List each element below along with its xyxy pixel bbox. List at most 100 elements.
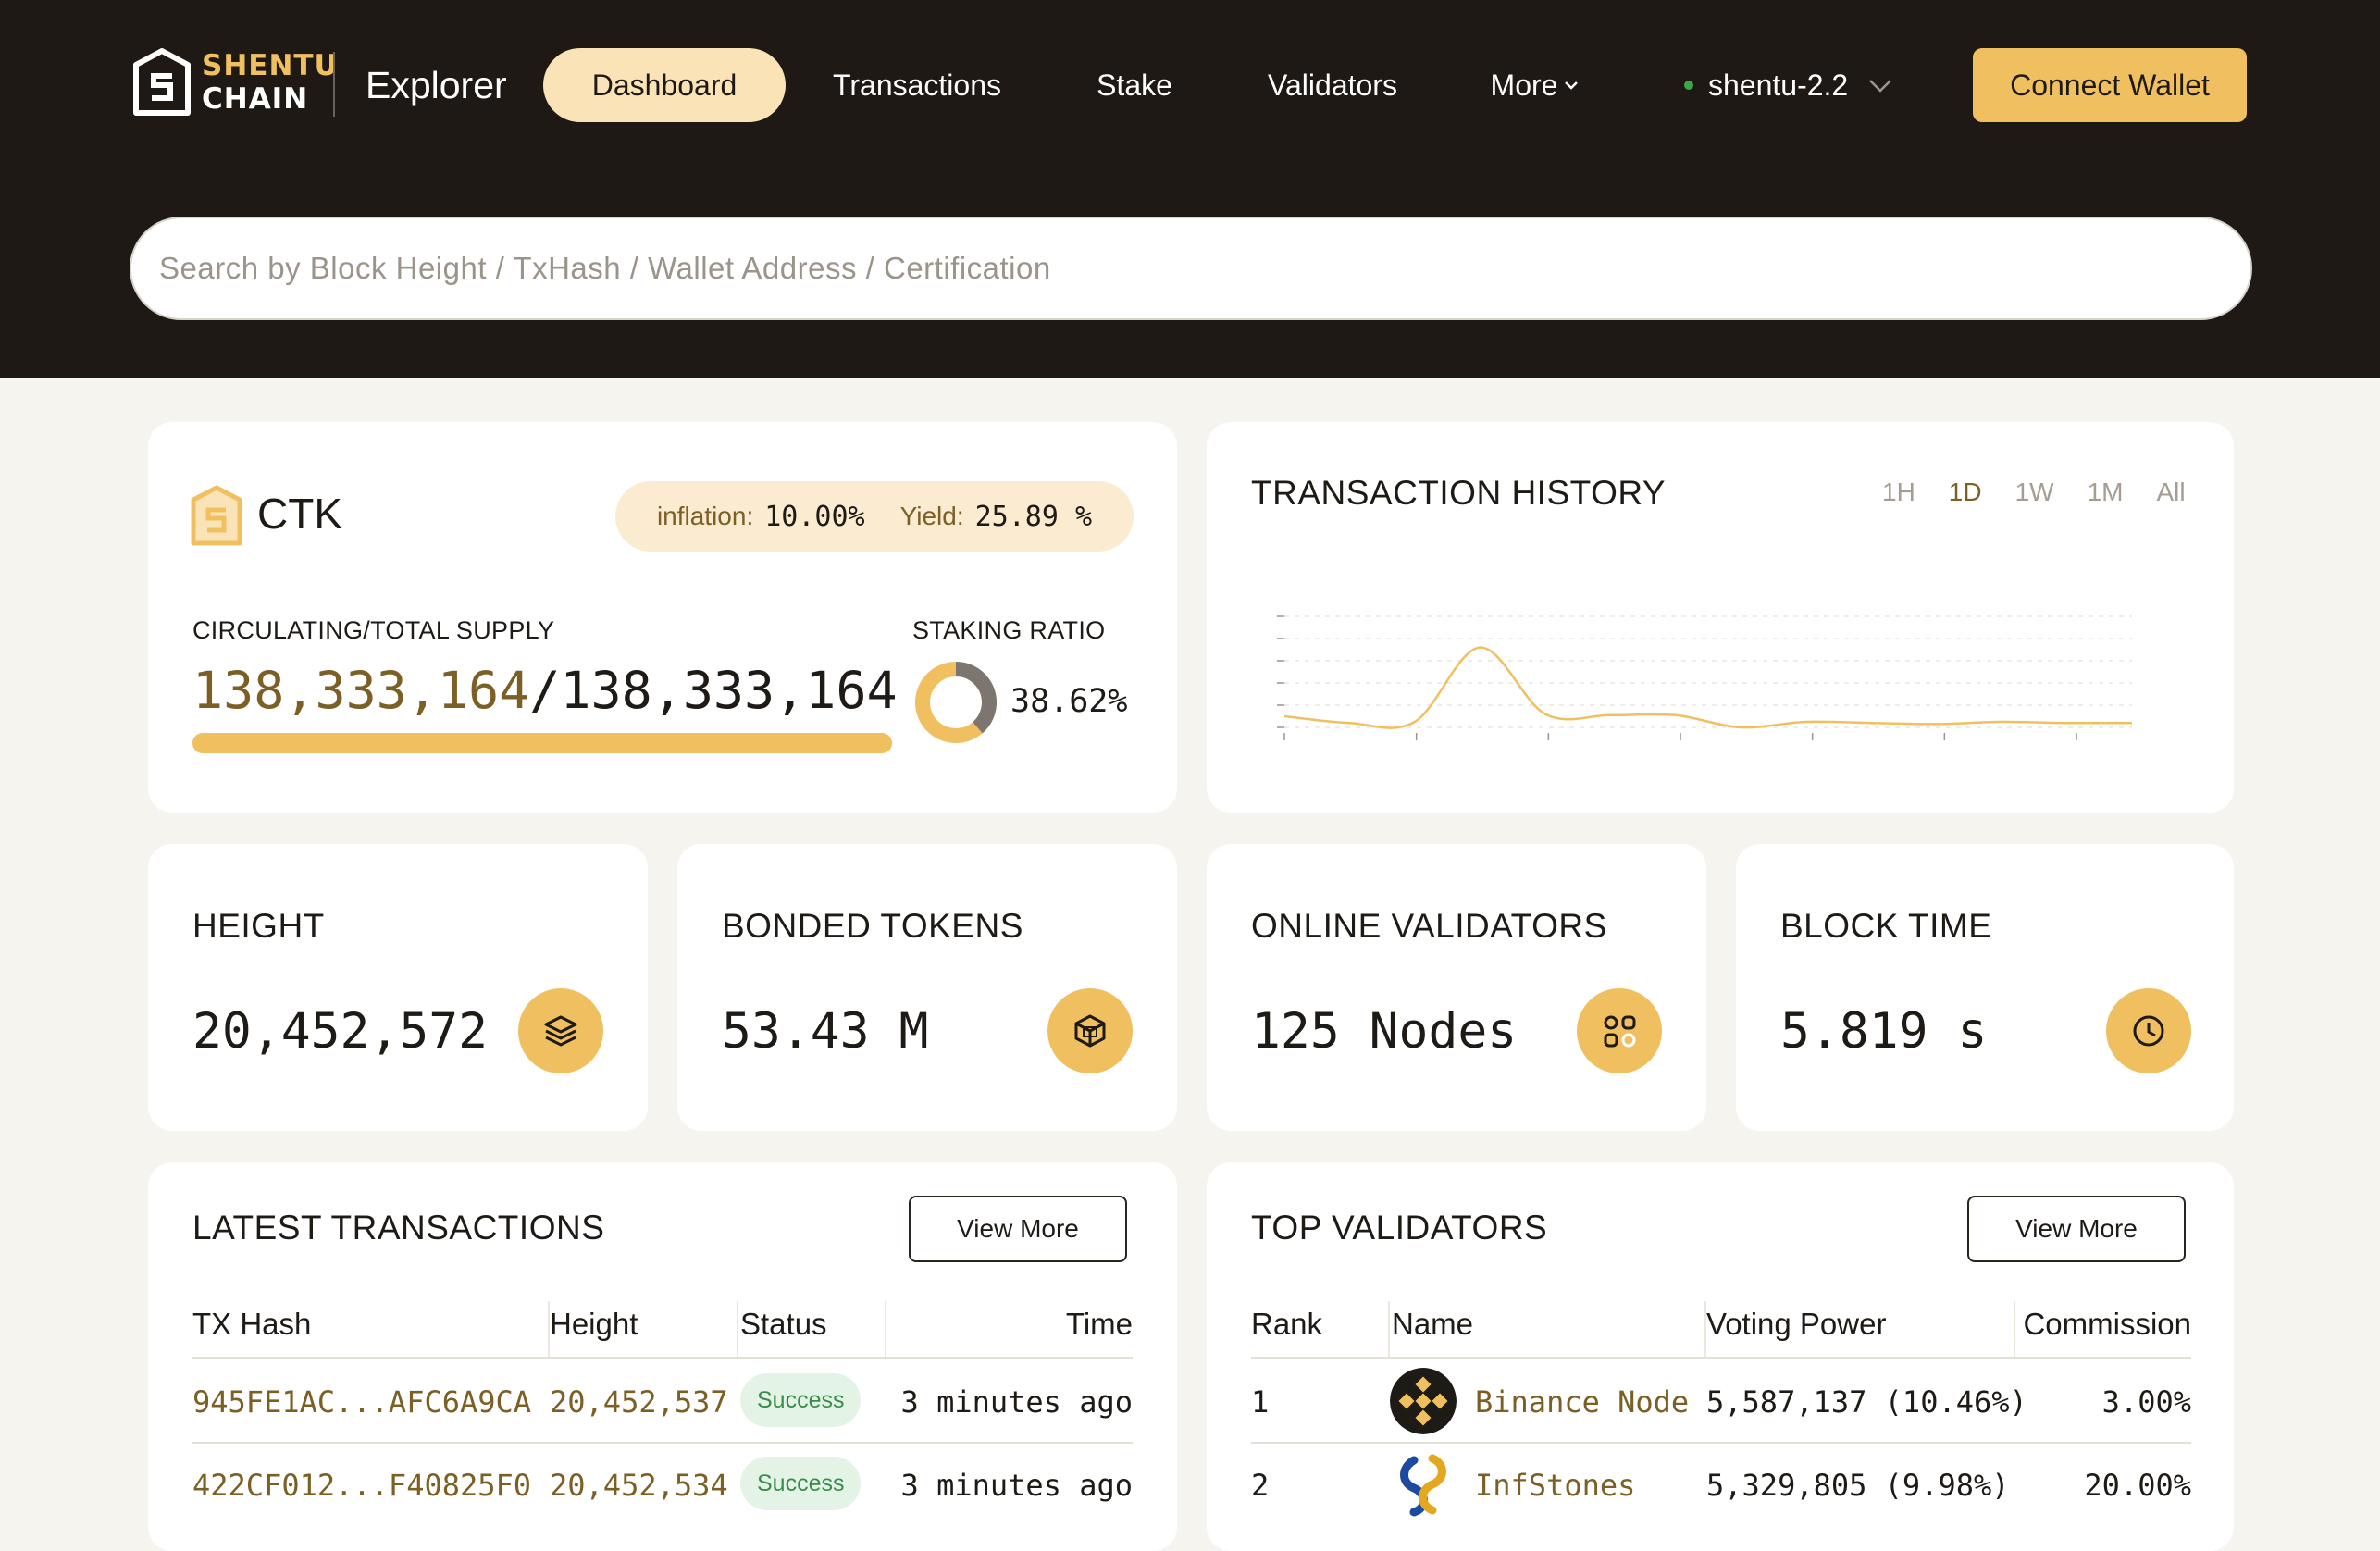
validator-name-link[interactable]: Binance Node bbox=[1475, 1384, 1689, 1420]
nav-validators[interactable]: Validators bbox=[1240, 48, 1425, 122]
height-value: 20,452,572 bbox=[192, 1003, 489, 1060]
search-input[interactable] bbox=[159, 251, 2250, 286]
logo-divider bbox=[333, 52, 335, 117]
tx-hash-link[interactable]: 945FE1AC...AFC6A9CA bbox=[192, 1384, 531, 1420]
col-rank: Rank bbox=[1251, 1307, 1323, 1341]
online-validators-value: 125 Nodes bbox=[1251, 1003, 1518, 1060]
range-1w[interactable]: 1W bbox=[2015, 478, 2054, 507]
latest-transactions-card: LATEST TRANSACTIONS View More TX Hash He… bbox=[148, 1162, 1177, 1551]
range-selector: 1H 1D 1W 1M All bbox=[1882, 478, 2186, 507]
block-time-value: 5.819 s bbox=[1780, 1003, 1988, 1060]
circulating-supply: 138,333,164 bbox=[192, 661, 530, 720]
latest-transactions-title: LATEST TRANSACTIONS bbox=[192, 1209, 605, 1247]
layers-icon bbox=[518, 988, 603, 1073]
col-time: Time bbox=[1065, 1307, 1133, 1341]
validator-name-link[interactable]: InfStones bbox=[1475, 1468, 1635, 1503]
range-1d[interactable]: 1D bbox=[1949, 478, 1982, 507]
validator-commission: 3.00% bbox=[2101, 1384, 2191, 1420]
height-card: HEIGHT 20,452,572 bbox=[148, 844, 648, 1131]
range-1m[interactable]: 1M bbox=[2088, 478, 2124, 507]
col-tx-hash: TX Hash bbox=[192, 1307, 312, 1341]
staking-ratio-value: 38.62% bbox=[1010, 683, 1128, 720]
online-validators-label: ONLINE VALIDATORS bbox=[1251, 907, 1607, 945]
nav-transactions[interactable]: Transactions bbox=[811, 48, 1023, 122]
infstones-icon bbox=[1400, 1454, 1446, 1517]
token-card: CTK inflation: 10.00% Yield: 25.89 % CIR… bbox=[148, 422, 1177, 813]
staking-ratio-donut bbox=[915, 662, 997, 743]
bonded-tokens-label: BONDED TOKENS bbox=[722, 907, 1023, 945]
ctk-token-icon bbox=[191, 485, 242, 546]
validator-rank: 2 bbox=[1251, 1468, 1270, 1503]
yield-value: 25.89 % bbox=[974, 500, 1093, 533]
top-header: SHENTU CHAIN Explorer Dashboard Transact… bbox=[0, 0, 2380, 378]
nav-dashboard[interactable]: Dashboard bbox=[543, 48, 786, 122]
logo-wordmark: SHENTU CHAIN bbox=[202, 49, 339, 116]
row-divider bbox=[192, 1442, 1133, 1444]
logo-line1: SHENTU bbox=[202, 49, 339, 82]
search-bar[interactable] bbox=[130, 217, 2252, 320]
tx-time: 3 minutes ago bbox=[900, 1468, 1133, 1503]
shentu-logo[interactable]: SHENTU CHAIN bbox=[133, 48, 339, 117]
column-divider bbox=[1388, 1301, 1390, 1357]
yield-label: Yield: bbox=[899, 502, 964, 530]
supply-label: CIRCULATING/TOTAL SUPPLY bbox=[192, 616, 555, 644]
validator-commission: 20.00% bbox=[2084, 1468, 2191, 1503]
online-validators-card: ONLINE VALIDATORS 125 Nodes bbox=[1207, 844, 1706, 1131]
chevron-down-icon bbox=[1869, 80, 1892, 93]
transactions-view-more-button[interactable]: View More bbox=[909, 1196, 1127, 1262]
block-time-label: BLOCK TIME bbox=[1780, 907, 1992, 945]
top-validators-card: TOP VALIDATORS View More Rank Name Votin… bbox=[1207, 1162, 2234, 1551]
clock-icon bbox=[2106, 988, 2191, 1073]
chevron-down-icon bbox=[1565, 81, 1579, 90]
bonded-tokens-value: 53.43 M bbox=[722, 1003, 929, 1060]
nav-more-label: More bbox=[1490, 68, 1558, 102]
status-badge: Success bbox=[740, 1457, 862, 1510]
nav-more[interactable]: More bbox=[1471, 48, 1601, 122]
total-supply: /138,333,164 bbox=[529, 661, 898, 720]
staking-ratio-label: STAKING RATIO bbox=[912, 616, 1106, 644]
transaction-history-title: TRANSACTION HISTORY bbox=[1251, 474, 1667, 512]
col-voting-power: Voting Power bbox=[1706, 1307, 1887, 1341]
height-label: HEIGHT bbox=[192, 907, 325, 945]
token-name: CTK bbox=[257, 490, 342, 538]
inflation-value: 10.00% bbox=[764, 500, 865, 533]
supply-progress-bar bbox=[192, 733, 892, 753]
explorer-label: Explorer bbox=[366, 64, 507, 106]
transaction-history-card: TRANSACTION HISTORY 1H 1D 1W 1M All bbox=[1207, 422, 2234, 813]
block-time-card: BLOCK TIME 5.819 s bbox=[1736, 844, 2234, 1131]
supply-progress-fill bbox=[192, 733, 892, 753]
supply-value: 138,333,164/138,333,164 bbox=[192, 661, 898, 720]
table-header-divider bbox=[1251, 1357, 2191, 1359]
range-1h[interactable]: 1H bbox=[1882, 478, 1915, 507]
range-all[interactable]: All bbox=[2157, 478, 2186, 507]
network-selector[interactable]: shentu-2.2 bbox=[1684, 48, 1896, 122]
binance-icon bbox=[1390, 1368, 1457, 1434]
validator-voting-power: 5,587,137 (10.46%) bbox=[1706, 1384, 2027, 1420]
connect-wallet-button[interactable]: Connect Wallet bbox=[1973, 48, 2247, 122]
bonded-tokens-card: BONDED TOKENS 53.43 M bbox=[677, 844, 1177, 1131]
top-validators-title: TOP VALIDATORS bbox=[1251, 1209, 1548, 1247]
apps-icon bbox=[1577, 988, 1662, 1073]
column-divider bbox=[885, 1301, 886, 1357]
tx-height-link[interactable]: 20,452,534 bbox=[550, 1468, 728, 1503]
column-divider bbox=[737, 1301, 738, 1357]
table-header-divider bbox=[192, 1357, 1133, 1359]
inflation-yield-pill: inflation: 10.00% Yield: 25.89 % bbox=[615, 481, 1134, 552]
network-status-dot bbox=[1684, 81, 1693, 90]
nav-stake[interactable]: Stake bbox=[1064, 48, 1205, 122]
chart-series-line bbox=[1283, 646, 2133, 729]
tx-height-link[interactable]: 20,452,537 bbox=[550, 1384, 728, 1420]
validators-view-more-button[interactable]: View More bbox=[1967, 1196, 2186, 1262]
transaction-history-chart bbox=[1277, 615, 2133, 740]
shentu-logo-icon bbox=[133, 48, 191, 116]
logo-line2: CHAIN bbox=[202, 82, 309, 116]
network-name: shentu-2.2 bbox=[1708, 68, 1849, 102]
tx-time: 3 minutes ago bbox=[900, 1384, 1133, 1420]
col-commission: Commission bbox=[2023, 1307, 2191, 1341]
col-status: Status bbox=[740, 1307, 827, 1341]
tx-hash-link[interactable]: 422CF012...F40825F0 bbox=[192, 1468, 531, 1503]
inflation-label: inflation: bbox=[656, 502, 754, 530]
cube-icon bbox=[1047, 988, 1133, 1073]
status-badge: Success bbox=[740, 1373, 862, 1427]
validator-voting-power: 5,329,805 (9.98%) bbox=[1706, 1468, 2010, 1503]
